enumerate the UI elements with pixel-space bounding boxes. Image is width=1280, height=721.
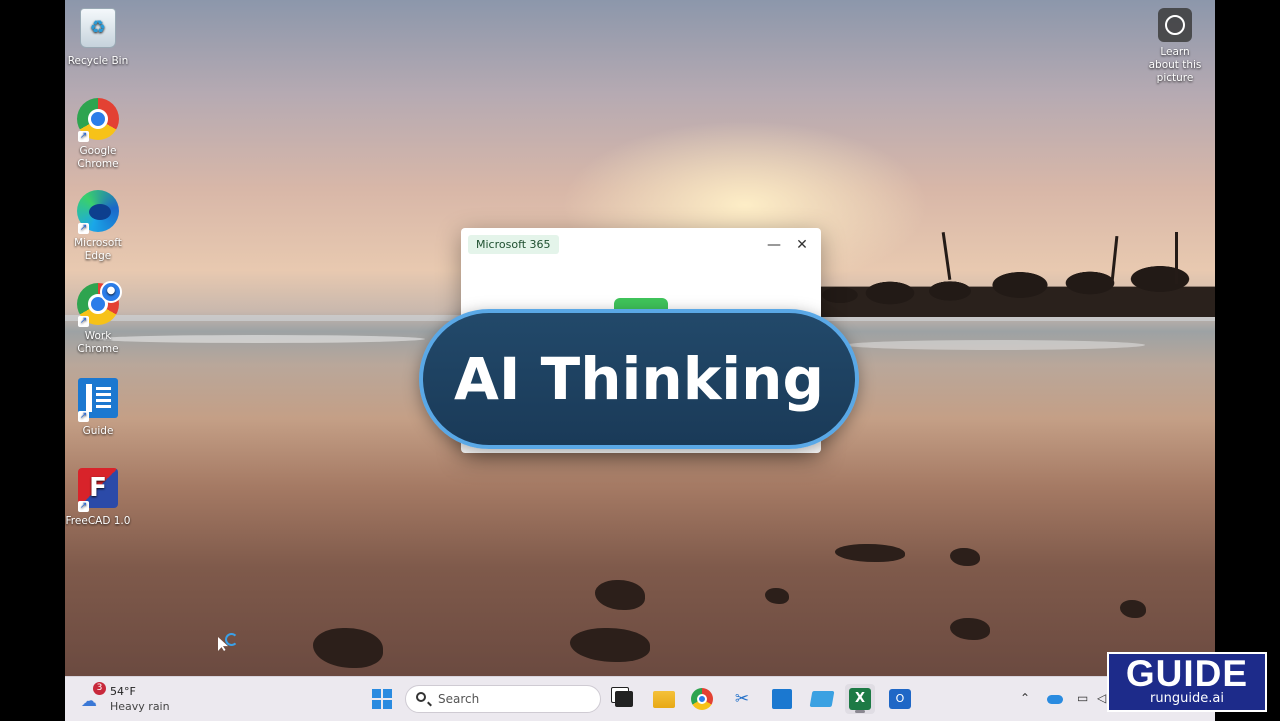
taskbar-mail[interactable] [807, 684, 837, 714]
busy-spinner-icon [225, 633, 238, 646]
desktop-icon-label: FreeCAD 1.0 [65, 515, 131, 527]
network-icon[interactable]: ▭ [1077, 691, 1088, 705]
desktop-icon-label: Recycle Bin [67, 55, 129, 67]
brand-url: runguide.ai [1150, 691, 1224, 706]
palm-silhouette [820, 255, 1215, 317]
taskbar-guide[interactable] [767, 684, 797, 714]
chrome-icon [691, 688, 713, 710]
rock [313, 628, 383, 668]
weather-condition: Heavy rain [110, 700, 170, 713]
learn-about-picture[interactable]: Learn about this picture [1135, 8, 1215, 85]
search-icon [416, 692, 426, 702]
close-button[interactable]: ✕ [791, 234, 813, 256]
freecad-icon: F ↗ [76, 468, 120, 512]
guide-app-icon [772, 689, 792, 709]
rock [950, 548, 980, 566]
palm-trunk [1175, 232, 1178, 284]
taskbar-snipping-tool[interactable]: ✂ [727, 684, 757, 714]
rock [765, 588, 789, 604]
learn-about-label: Learn about this picture [1148, 46, 1202, 84]
outlook-icon: O [889, 689, 911, 709]
start-button[interactable] [367, 684, 397, 714]
desktop-icon-google-chrome[interactable]: ↗ Google Chrome [65, 98, 134, 171]
task-view-icon [615, 691, 633, 707]
desktop-icon-work-chrome[interactable]: ● ↗ Work Chrome [65, 281, 134, 356]
camera-icon [1158, 8, 1192, 42]
wave-foam [95, 335, 425, 343]
desktop-icon-label: Guide [82, 425, 114, 437]
rock [595, 580, 645, 610]
desktop-icon-label: Google Chrome [77, 145, 119, 170]
recycle-bin-icon: ♻ [76, 8, 120, 52]
desktop-icon-guide[interactable]: ↗ Guide [65, 378, 134, 438]
taskbar-outlook[interactable]: O [885, 684, 915, 714]
rock [570, 628, 650, 662]
scissors-icon: ✂ [734, 689, 750, 709]
guide-app-icon: ↗ [76, 378, 120, 422]
excel-icon: X [849, 688, 871, 710]
search-placeholder: Search [438, 692, 480, 706]
overlay-text: AI Thinking [454, 345, 824, 413]
weather-temp: 54°F [110, 685, 136, 698]
ai-thinking-overlay: AI Thinking [419, 309, 859, 449]
chrome-profile-icon: ● ↗ [76, 281, 122, 327]
rock [950, 618, 990, 640]
desktop-icon-microsoft-edge[interactable]: ↗ Microsoft Edge [65, 190, 134, 263]
chevron-up-icon[interactable]: ⌃ [1020, 691, 1030, 705]
guide-brand-badge: GUIDE runguide.ai [1107, 652, 1267, 712]
wave-foam [845, 340, 1145, 350]
desktop-icon-label: Work Chrome [77, 330, 119, 355]
window-title: Microsoft 365 [468, 235, 559, 254]
rock [1120, 600, 1146, 618]
taskbar-search[interactable]: Search [405, 685, 601, 713]
desktop-icon-freecad[interactable]: F ↗ FreeCAD 1.0 [65, 468, 134, 528]
taskbar-chrome[interactable] [687, 684, 717, 714]
brand-title: GUIDE [1125, 653, 1249, 694]
desktop-icon-recycle-bin[interactable]: ♻ Recycle Bin [65, 8, 134, 68]
taskbar-excel[interactable]: X [845, 684, 875, 714]
minimize-button[interactable]: — [763, 234, 785, 256]
edge-icon: ↗ [76, 190, 120, 234]
taskbar: ☁ 3 54°F Heavy rain Search ✂ X O ⌃ ▭ ◁ [65, 676, 1215, 721]
notification-badge: 3 [93, 682, 106, 695]
active-indicator [855, 710, 865, 713]
folder-icon [653, 690, 675, 708]
windows-logo-icon [372, 689, 392, 709]
taskbar-task-view[interactable] [609, 684, 639, 714]
volume-icon[interactable]: ◁ [1097, 691, 1106, 705]
mail-icon [809, 691, 835, 707]
chrome-icon: ↗ [76, 98, 120, 142]
rock [835, 544, 905, 562]
desktop-icon-label: Microsoft Edge [74, 237, 122, 262]
taskbar-file-explorer[interactable] [649, 684, 679, 714]
weather-widget[interactable]: ☁ 3 54°F Heavy rain [81, 682, 201, 715]
onedrive-icon[interactable] [1047, 695, 1063, 704]
